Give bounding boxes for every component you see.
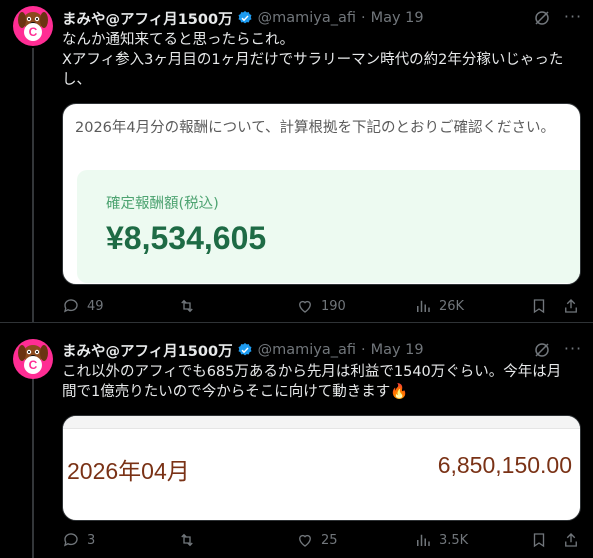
display-name[interactable]: まみや@アフィ月1500万 [62, 8, 233, 29]
tweet-media-image[interactable]: 2026年4月分の報酬について、計算根拠を下記のとおりご確認ください。 確定報酬… [62, 103, 581, 285]
tweet-actions: 49 190 26K [62, 296, 582, 316]
views-icon [417, 300, 430, 312]
reply-count: 49 [87, 298, 104, 314]
reply-icon [63, 299, 78, 313]
reply-button[interactable]: 3 [62, 530, 95, 550]
views-button[interactable]: 26K [414, 296, 464, 316]
view-count: 3.5K [439, 532, 469, 548]
statement-month: 2026年04月 [67, 458, 190, 484]
bookmark-button[interactable] [530, 530, 555, 550]
avatar[interactable]: C [13, 339, 53, 379]
grok-icon[interactable] [533, 9, 551, 27]
tweet-text-line: Xアフィ参入3ヶ月目の1ヶ月だけでサラリーマン時代の約2年分稼いじゃった [62, 52, 564, 68]
bookmark-button[interactable] [530, 296, 555, 316]
like-button[interactable]: 25 [296, 530, 338, 550]
view-count: 26K [439, 298, 465, 314]
thread-line [32, 371, 34, 558]
reply-button[interactable]: 49 [62, 296, 104, 316]
like-count: 190 [321, 298, 346, 314]
display-name[interactable]: まみや@アフィ月1500万 [62, 340, 233, 361]
share-icon [565, 533, 577, 547]
reward-label: 確定報酬額(税込) [106, 196, 219, 212]
tweet-date[interactable]: May 19 [371, 342, 424, 358]
retweet-icon [181, 299, 193, 313]
like-button[interactable]: 190 [296, 296, 346, 316]
reply-count: 3 [87, 532, 96, 548]
more-options-icon[interactable]: ··· [563, 341, 583, 361]
tweet-header: まみや@アフィ月1500万 @mamiya_afi · May 19 [62, 340, 424, 360]
avatar[interactable]: C [13, 6, 53, 46]
tweet-text-line: 間で1億売りたいので今からそこに向けて動きます🔥 [62, 384, 409, 400]
like-count: 25 [321, 532, 338, 548]
tweet-1[interactable]: C まみや@アフィ月1500万 @mamiya_afi · May 19 ···… [0, 0, 593, 322]
verified-badge-icon [238, 11, 252, 24]
media-header-text: 2026年4月分の報酬について、計算根拠を下記のとおりご確認ください。 [75, 120, 555, 136]
statement-amount: 6,850,150.00 [437, 452, 572, 478]
grok-icon[interactable] [533, 341, 551, 359]
more-options-icon[interactable]: ··· [563, 9, 583, 29]
retweet-icon [181, 533, 193, 547]
tweet-actions: 3 25 3.5K [62, 530, 582, 550]
tweet-text: これ以外のアフィでも685万あるから先月は利益で1540万ぐらい。今年は月 間で… [62, 362, 587, 402]
views-icon [417, 534, 430, 546]
share-button[interactable] [562, 296, 587, 316]
tweet-header: まみや@アフィ月1500万 @mamiya_afi · May 19 [62, 8, 424, 28]
share-button[interactable] [562, 530, 587, 550]
separator-dot: · [360, 10, 366, 26]
tweet-text-line: これ以外のアフィでも685万あるから先月は利益で1540万ぐらい。今年は月 [62, 364, 562, 380]
thread-line [32, 48, 34, 322]
handle[interactable]: @mamiya_afi [258, 10, 356, 26]
views-button[interactable]: 3.5K [414, 530, 468, 550]
heart-icon [299, 300, 311, 313]
retweet-button[interactable] [178, 296, 203, 316]
tweet-media-image[interactable]: 2026年04月 6,850,150.00 [62, 415, 581, 521]
tweet-date[interactable]: May 19 [371, 10, 424, 26]
verified-badge-icon [238, 343, 252, 356]
separator-dot: · [360, 342, 366, 358]
avatar-letter: C [24, 356, 42, 374]
reward-panel: 確定報酬額(税込) ¥8,534,605 [77, 170, 580, 283]
media-top-strip [63, 416, 580, 429]
bookmark-icon [533, 533, 545, 548]
handle[interactable]: @mamiya_afi [258, 342, 356, 358]
share-icon [565, 299, 577, 313]
reward-amount: ¥8,534,605 [106, 220, 267, 256]
tweet-text: なんか通知来てると思ったらこれ。 Xアフィ参入3ヶ月目の1ヶ月だけでサラリーマン… [62, 30, 587, 90]
tweet-2[interactable]: C まみや@アフィ月1500万 @mamiya_afi · May 19 ···… [0, 323, 593, 558]
tweet-text-line: なんか通知来てると思ったらこれ。 [62, 32, 295, 48]
heart-icon [299, 534, 311, 547]
tweet-text-line: し、 [62, 72, 91, 88]
avatar-letter: C [24, 23, 42, 41]
bookmark-icon [533, 299, 545, 314]
retweet-button[interactable] [178, 530, 203, 550]
reply-icon [63, 533, 78, 547]
